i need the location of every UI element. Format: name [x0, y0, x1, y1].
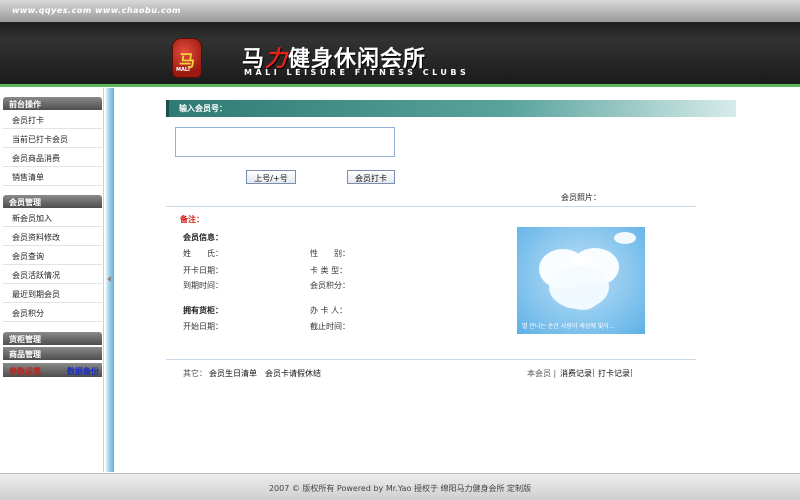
photo-caption: 별 만나는 순간 사랑이 세상에 빛이...: [522, 323, 615, 330]
member-info-title: 会员信息：: [183, 233, 223, 242]
url-text: www.qqyes.com www.chaobu.com: [12, 6, 182, 15]
page: www.qqyes.com www.chaobu.com 马 MALI 马力健身…: [0, 0, 800, 500]
sidebar-item-product-consumption[interactable]: 会员商品消费: [3, 148, 102, 167]
next-number-button[interactable]: 上号/+号: [246, 170, 296, 184]
sidebar-group-product-management[interactable]: 商品管理: [3, 347, 102, 360]
card-type-label: 卡 类 型：: [310, 266, 348, 275]
header-divider: [0, 84, 800, 87]
member-points-label: 会员积分：: [310, 281, 350, 290]
backup-link[interactable]: 数据备份: [67, 366, 99, 377]
sidebar-item-sales-list[interactable]: 销售清单: [3, 167, 102, 186]
member-checkin-button[interactable]: 会员打卡: [347, 170, 395, 184]
footer: 2007 © 版权所有 Powered by Mr.Yao 授权于 绵阳马力健身…: [0, 473, 800, 500]
member-photo: 별 만나는 순간 사랑이 세상에 빛이...: [517, 227, 645, 334]
cloud-heart-image: [539, 248, 619, 310]
link-separator: |: [592, 368, 595, 377]
sidebar: 前台操作 会员打卡 当前已打卡会员 会员商品消费 销售清单 会员管理 新会员加入…: [0, 88, 104, 472]
member-photo-label: 会员照片：: [561, 193, 601, 202]
collapse-arrow-icon[interactable]: [107, 276, 111, 282]
end-date-label: 截止时间：: [310, 322, 350, 331]
divider-top: [166, 206, 696, 207]
settings-link[interactable]: 参数设置: [9, 366, 41, 377]
sidebar-group-member-management[interactable]: 会员管理: [3, 195, 102, 208]
header: www.qqyes.com www.chaobu.com 马 MALI 马力健身…: [0, 0, 800, 87]
birthday-list-link[interactable]: 会员生日清单: [209, 368, 257, 379]
card-leave-link[interactable]: 会员卡请假休结: [265, 368, 321, 379]
this-member-label: 本会员 |: [527, 369, 557, 378]
consumption-record-link[interactable]: 消费记录: [560, 368, 592, 379]
remark-label: 备注：: [180, 215, 204, 224]
expire-date-label: 到期时间：: [183, 281, 223, 290]
sidebar-group-front-desk[interactable]: 前台操作: [3, 97, 102, 110]
other-label: 其它：: [183, 369, 207, 378]
open-date-label: 开卡日期：: [183, 266, 223, 275]
member-number-title-bar: 输入会员号：: [166, 100, 736, 117]
small-cloud-image: [614, 232, 636, 244]
start-date-label: 开始日期：: [183, 322, 223, 331]
sidebar-item-member-checkin[interactable]: 会员打卡: [3, 110, 102, 129]
sidebar-item-member-activity[interactable]: 会员活跃情况: [3, 265, 102, 284]
url-bar: www.qqyes.com www.chaobu.com: [0, 0, 800, 22]
link-separator-end: |: [630, 368, 633, 377]
divider-bottom: [166, 359, 696, 360]
sidebar-item-expiring-members[interactable]: 最近到期会员: [3, 284, 102, 303]
sidebar-item-member-points[interactable]: 会员积分: [3, 303, 102, 322]
sidebar-item-current-checked-in[interactable]: 当前已打卡会员: [3, 129, 102, 148]
surname-label: 姓 氏：: [183, 249, 223, 258]
sidebar-item-member-search[interactable]: 会员查询: [3, 246, 102, 265]
logo-icon: 马 MALI: [172, 38, 202, 78]
logo-small-text: MALI: [176, 67, 190, 73]
checkin-record-link[interactable]: 打卡记录: [598, 368, 630, 379]
brand-subtitle: MALI LEISURE FITNESS CLUBS: [244, 68, 470, 77]
footer-text: 2007 © 版权所有 Powered by Mr.Yao 授权于 绵阳马力健身…: [268, 484, 532, 493]
sidebar-group-cabinet-management[interactable]: 货柜管理: [3, 332, 102, 345]
member-number-title: 输入会员号：: [179, 104, 227, 113]
sidebar-item-edit-member[interactable]: 会员资料修改: [3, 227, 102, 246]
handler-label: 办 卡 人：: [310, 306, 348, 315]
sidebar-bottom-links: 参数设置 数据备份: [3, 363, 102, 377]
sidebar-item-new-member[interactable]: 新会员加入: [3, 208, 102, 227]
cabinet-title: 拥有货柜：: [183, 306, 223, 315]
member-number-input[interactable]: [175, 127, 395, 157]
gender-label: 性 别：: [310, 249, 350, 258]
